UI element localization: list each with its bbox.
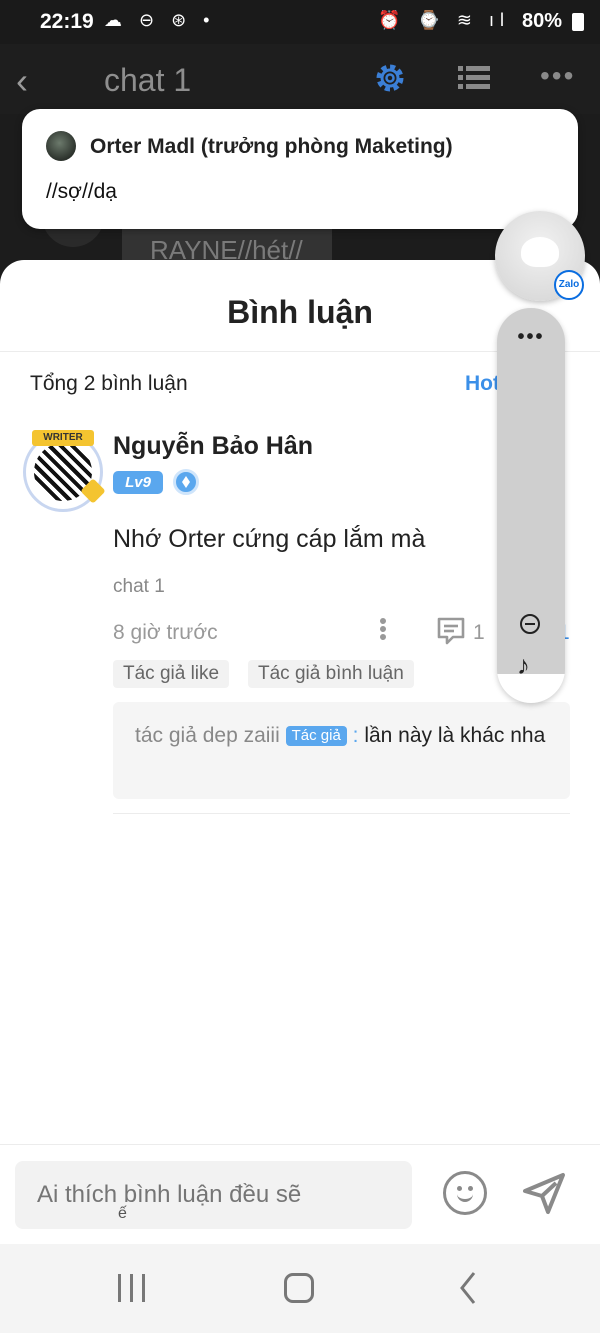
reply-icon[interactable] (436, 616, 466, 646)
gear-icon[interactable] (372, 60, 408, 96)
battery-icon (572, 13, 584, 31)
send-icon[interactable] (520, 1169, 568, 1217)
reply-separator: : (346, 724, 365, 747)
comment-source[interactable]: chat 1 (113, 576, 165, 598)
level-badge: Lv9 (113, 471, 163, 494)
comment-time: 8 giờ trước (113, 621, 218, 644)
notification-message: //sợ//dạ (46, 180, 117, 203)
list-icon[interactable] (458, 64, 490, 92)
chat-header: ‹ chat 1 ••• (0, 44, 600, 114)
avatar-frame-badge: WRITER (32, 430, 94, 446)
chat-title: chat 1 (104, 62, 192, 98)
reply-count: 1 (473, 621, 485, 644)
author-tag: Tác giả (285, 726, 347, 746)
notification-sender: Orter Madl (trưởng phòng Maketing) (90, 135, 453, 158)
recent-apps-icon[interactable] (116, 1274, 148, 1302)
comment-author[interactable]: Nguyễn Bảo Hân (113, 432, 313, 461)
emoji-icon[interactable] (443, 1171, 487, 1215)
comment-input[interactable] (15, 1161, 412, 1229)
kebab-menu-icon[interactable] (376, 616, 390, 646)
floating-menu: ••• ♪ (497, 308, 565, 703)
sender-avatar (46, 131, 76, 161)
reply-author: tác giả dep zaiii (135, 724, 280, 747)
minimize-icon[interactable] (520, 614, 540, 634)
notification-banner[interactable]: Orter Madl (trưởng phòng Maketing) //sợ/… (22, 109, 578, 229)
music-note-icon[interactable]: ♪ (517, 650, 530, 681)
notification-icons: ☁ ⊖ ⊛ • (104, 10, 216, 30)
reply-text: lần này là khác nha (364, 724, 546, 747)
rank-icon (173, 469, 199, 495)
battery-level: 80% (521, 10, 562, 32)
back-icon[interactable] (458, 1270, 478, 1306)
more-dots-icon[interactable]: ••• (497, 326, 565, 349)
status-bar: 22:19 ☁ ⊖ ⊛ • ⏰ ⌚ ≋ ıl 80% (0, 0, 600, 44)
comment-input-bar: ế (0, 1144, 600, 1244)
more-options-icon[interactable]: ••• (540, 60, 575, 92)
author-reply[interactable]: tác giả dep zaiii Tác giả : lần này là k… (113, 702, 570, 799)
divider (113, 813, 570, 814)
placeholder-tail: ế (118, 1205, 127, 1222)
comment-text: Nhớ Orter cứng cáp lắm mà (113, 525, 426, 553)
person-icon (521, 237, 559, 267)
home-icon[interactable] (284, 1273, 314, 1303)
comment-count: Tổng 2 bình luận (30, 372, 188, 395)
system-nav-bar (0, 1244, 600, 1333)
back-arrow-icon[interactable]: ‹ (16, 60, 28, 102)
menu-bottom (497, 674, 565, 703)
system-icons: ⏰ ⌚ ≋ ıl (378, 10, 510, 30)
author-comment-chip: Tác giả bình luận (248, 660, 414, 688)
clock: 22:19 (40, 10, 94, 33)
zalo-badge: Zalo (554, 270, 584, 300)
author-like-chip: Tác giả like (113, 660, 230, 688)
